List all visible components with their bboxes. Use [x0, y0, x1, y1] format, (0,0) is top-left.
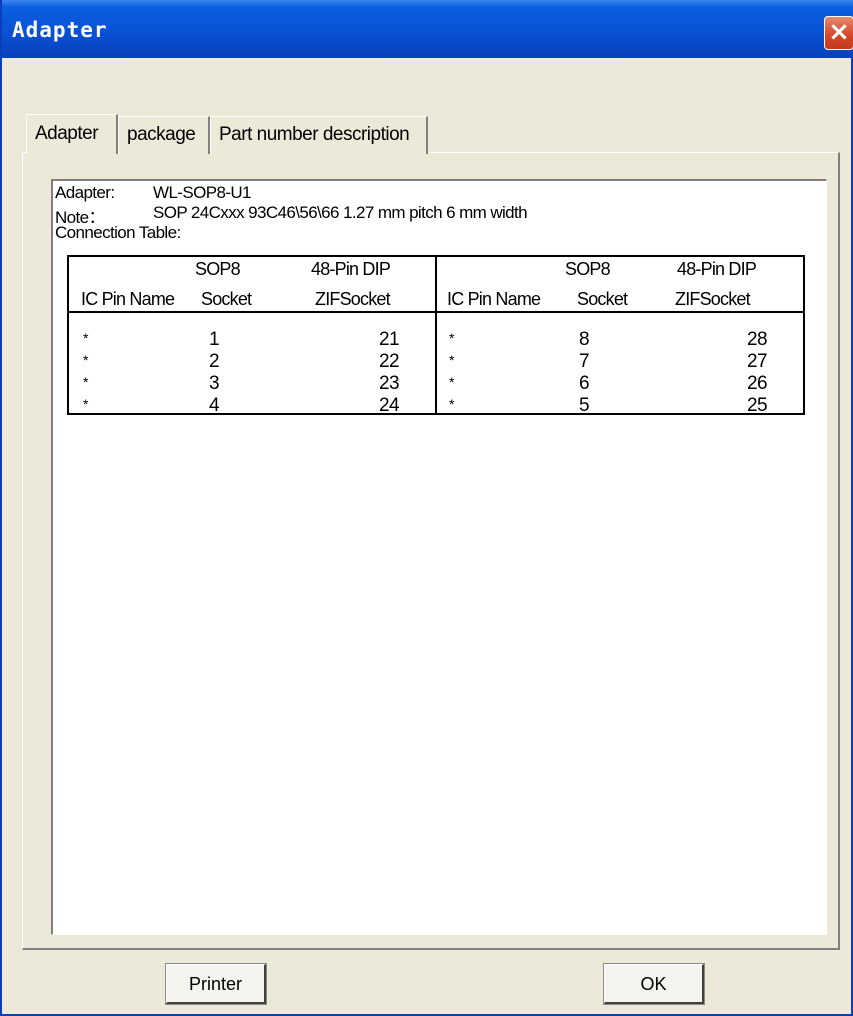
printer-button[interactable]: Printer [165, 963, 267, 1005]
tab-adapter[interactable]: Adapter [26, 114, 118, 154]
zif-socket-cell: 23 [379, 373, 400, 394]
socket-cell: 1 [209, 329, 220, 350]
ic-pin-name-cell: * [449, 374, 454, 390]
ic-pin-name-cell: * [83, 374, 88, 390]
socket-cell: 8 [579, 329, 590, 350]
zif-socket-cell: 28 [747, 329, 768, 350]
adapter-label: Adapter: [55, 183, 115, 202]
table-column-divider [435, 257, 437, 413]
zif-socket-cell: 22 [379, 351, 400, 372]
socket-cell: 3 [209, 373, 220, 394]
tab-part-number-description[interactable]: Part number description [210, 116, 428, 154]
ic-pin-name-cell: * [449, 396, 454, 412]
right-header-48pin-dip: 48-Pin DIP [677, 259, 757, 279]
connection-table-label: Connection Table: [55, 223, 181, 242]
close-icon: × [828, 17, 850, 47]
tab-panel-adapter: Adapter: WL-SOP8-U1 Note： SOP 24Cxxx 93C… [22, 152, 840, 950]
zif-socket-cell: 25 [747, 395, 768, 416]
note-value: SOP 24Cxxx 93C46\56\66 1.27 mm pitch 6 m… [153, 203, 528, 222]
right-header-sop8: SOP8 [565, 259, 611, 279]
tab-package[interactable]: package [118, 116, 210, 154]
ok-button[interactable]: OK [603, 963, 705, 1005]
zif-socket-cell: 26 [747, 373, 768, 394]
title-bar[interactable]: Adapter × [2, 0, 853, 58]
left-header-socket: Socket [201, 289, 252, 309]
adapter-value: WL-SOP8-U1 [153, 183, 252, 202]
ic-pin-name-cell: * [449, 352, 454, 368]
zif-socket-cell: 21 [379, 329, 400, 350]
socket-cell: 7 [579, 351, 590, 372]
right-header-socket: Socket [577, 289, 628, 309]
zif-socket-cell: 27 [747, 351, 768, 372]
left-header-sop8: SOP8 [195, 259, 241, 279]
zif-socket-cell: 24 [379, 395, 400, 416]
socket-cell: 6 [579, 373, 590, 394]
ic-pin-name-cell: * [83, 396, 88, 412]
left-header-zifsocket: ZIFSocket [315, 289, 391, 309]
printer-button-label: Printer [188, 974, 242, 994]
tab-label: Part number description [219, 124, 410, 145]
table-header-divider [69, 311, 803, 313]
adapter-dialog: Adapter × Adapter: WL-SOP8-U1 Note： SOP … [0, 0, 853, 1016]
tab-label: package [127, 124, 196, 145]
ok-button-label: OK [640, 974, 667, 994]
window-title: Adapter [12, 18, 108, 42]
ic-pin-name-cell: * [83, 352, 88, 368]
connection-table: SOP8 48-Pin DIP IC Pin Name Socket ZIFSo… [67, 255, 805, 415]
adapter-info-area: Adapter: WL-SOP8-U1 Note： SOP 24Cxxx 93C… [51, 179, 827, 935]
socket-cell: 2 [209, 351, 220, 372]
close-button[interactable]: × [824, 16, 853, 50]
ic-pin-name-cell: * [83, 330, 88, 346]
ic-pin-name-cell: * [449, 330, 454, 346]
left-header-ic-pin-name: IC Pin Name [81, 289, 175, 309]
tab-label: Adapter [35, 123, 99, 144]
left-header-48pin-dip: 48-Pin DIP [311, 259, 391, 279]
right-header-ic-pin-name: IC Pin Name [447, 289, 541, 309]
socket-cell: 4 [209, 395, 220, 416]
socket-cell: 5 [579, 395, 590, 416]
right-header-zifsocket: ZIFSocket [675, 289, 751, 309]
